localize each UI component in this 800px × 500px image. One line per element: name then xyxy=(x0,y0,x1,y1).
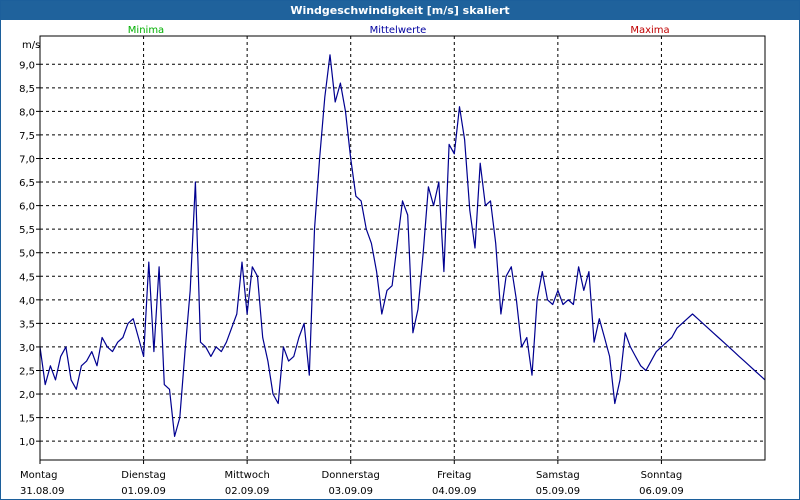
y-tick-label: 9,0 xyxy=(19,60,35,71)
grid xyxy=(40,36,765,460)
y-tick-label: 5,5 xyxy=(19,225,35,236)
y-tick-label: 6,5 xyxy=(19,178,35,189)
x-tick-day: Montag xyxy=(20,470,57,481)
y-tick-label: 4,0 xyxy=(19,296,35,307)
y-axis: 1,0 1,5 2,0 2,5 3,0 3,5 4,0 4,5 5,0 5,5 6,0 6,5 7,0 7… xyxy=(19,60,40,448)
x-tick-date: 03.09.09 xyxy=(328,486,373,497)
y-tick-label: 4,5 xyxy=(19,272,35,283)
x-tick-day: Samstag xyxy=(536,470,580,481)
y-tick-label: 6,0 xyxy=(19,202,35,213)
y-axis-label: m/s xyxy=(22,40,40,51)
legend-item-minima: Minima xyxy=(128,25,164,36)
plot-area xyxy=(39,35,766,461)
y-tick-label: 1,0 xyxy=(19,437,35,448)
x-tick-day: Freitag xyxy=(437,470,471,481)
x-tick-date: 31.08.09 xyxy=(20,486,65,497)
y-tick-label: 5,0 xyxy=(19,249,35,260)
legend: Minima Mittelwerte Maxima xyxy=(128,25,670,36)
x-tick-day: Sonntag xyxy=(641,470,683,481)
y-tick-label: 7,0 xyxy=(19,154,35,165)
legend-item-maxima: Maxima xyxy=(630,25,669,36)
x-tick-date: 01.09.09 xyxy=(121,486,166,497)
y-tick-label: 3,0 xyxy=(19,343,35,354)
x-axis: Montag 31.08.09 Dienstag 01.09.09 Mittwoch 02… xyxy=(20,460,684,497)
y-tick-label: 1,5 xyxy=(19,414,35,425)
x-tick-day: Mittwoch xyxy=(224,470,269,481)
x-tick-date: 06.09.09 xyxy=(639,486,684,497)
y-tick-label: 7,5 xyxy=(19,131,35,142)
x-tick-date: 04.09.09 xyxy=(432,486,477,497)
x-tick-day: Donnerstag xyxy=(322,470,380,481)
y-tick-label: 8,0 xyxy=(19,107,35,118)
series-layer xyxy=(39,54,766,437)
line-chart: Minima Mittelwerte Maxima m/s 1,0 1,5 2,0 2,5… xyxy=(19,25,766,497)
legend-item-mittelwerte: Mittelwerte xyxy=(370,25,427,36)
x-tick-date: 02.09.09 xyxy=(225,486,270,497)
y-tick-label: 3,5 xyxy=(19,319,35,330)
x-tick-day: Dienstag xyxy=(121,470,166,481)
x-tick-date: 05.09.09 xyxy=(536,486,581,497)
y-tick-label: 2,0 xyxy=(19,390,35,401)
y-tick-label: 8,5 xyxy=(19,84,35,95)
series-line-mittelwerte xyxy=(39,54,766,437)
y-tick-label: 2,5 xyxy=(19,366,35,377)
